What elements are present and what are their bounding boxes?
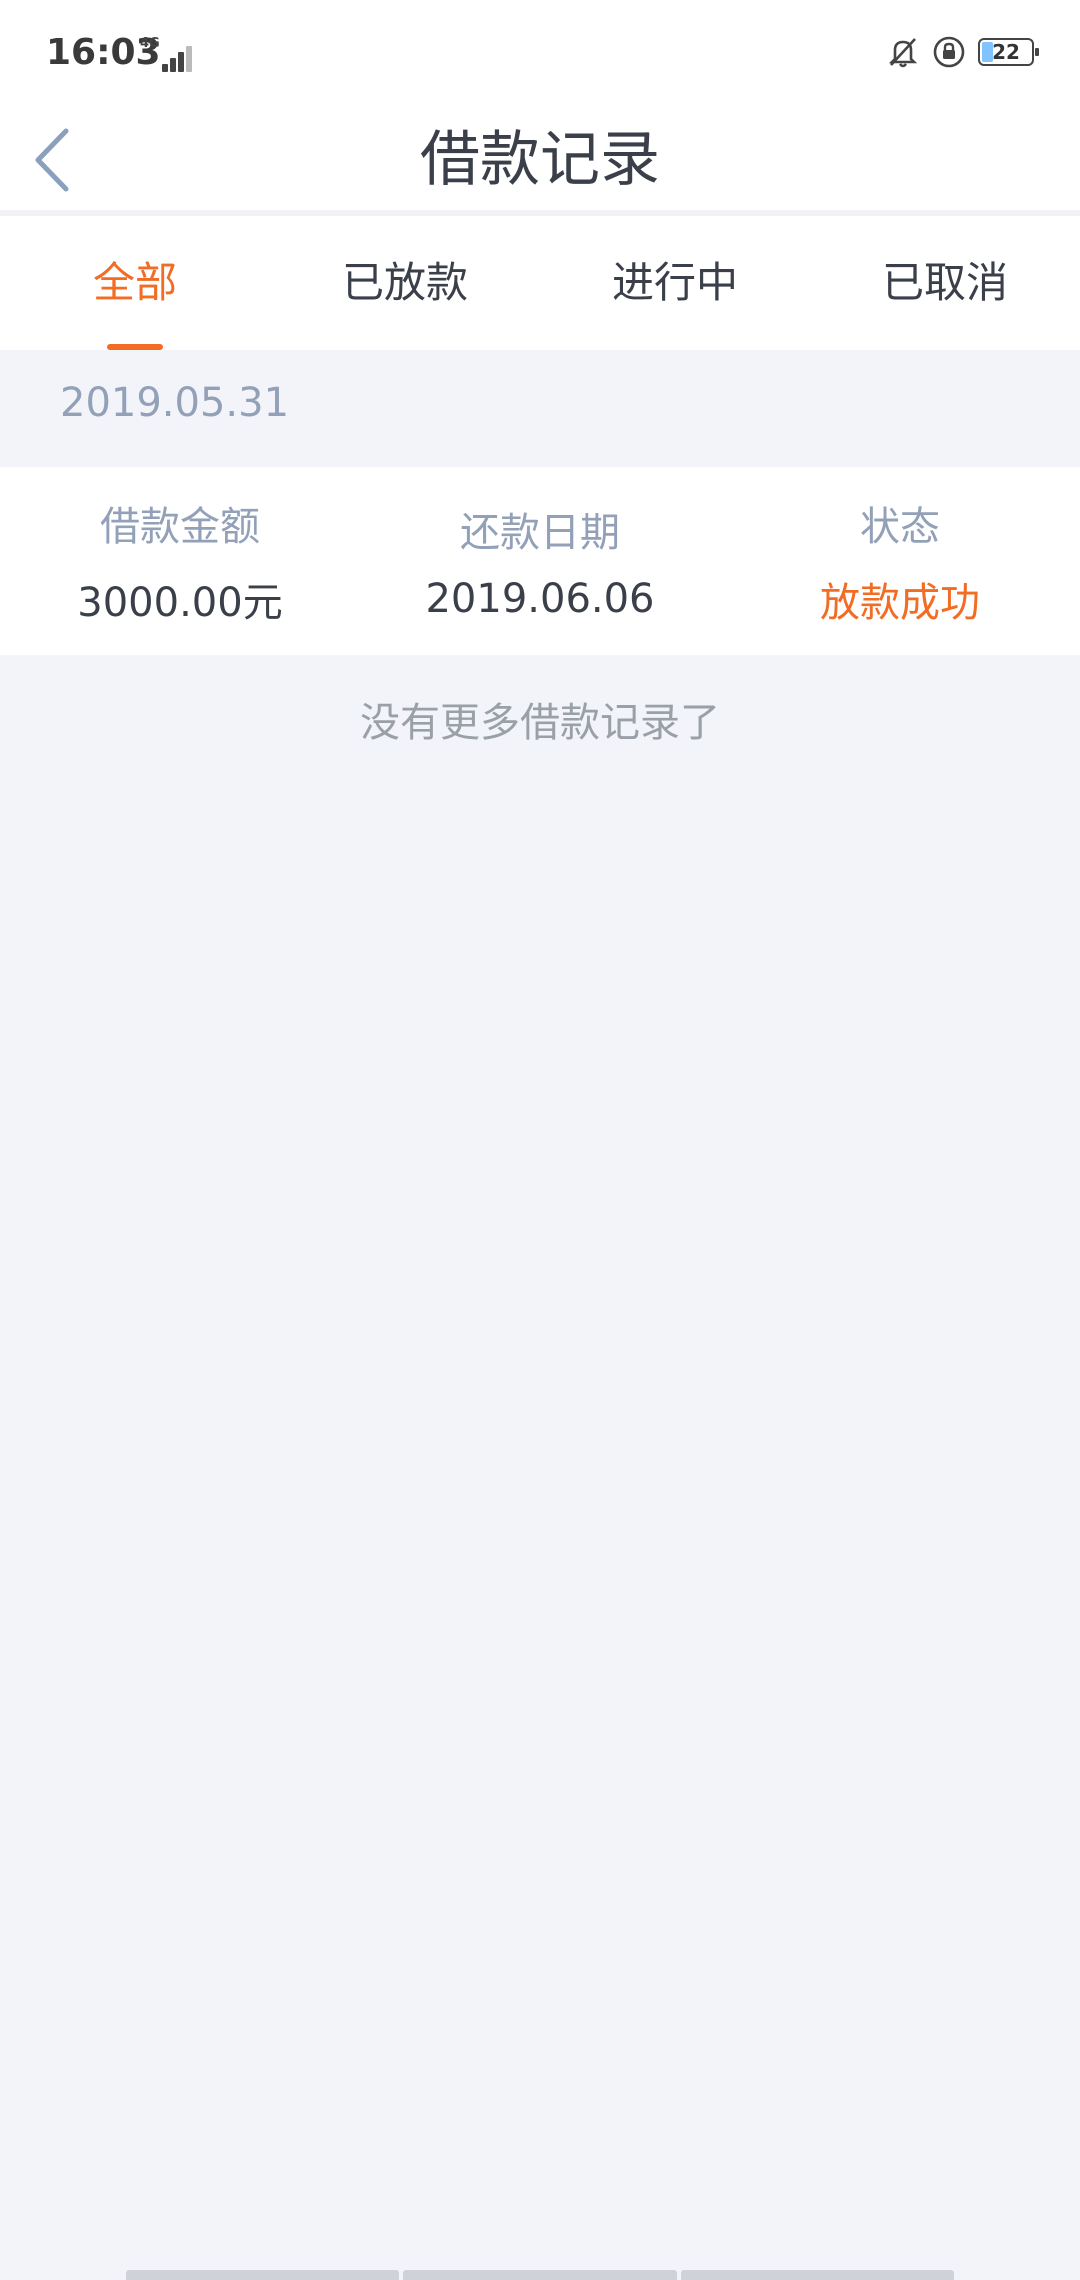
gesture-segment bbox=[680, 2270, 954, 2280]
page-title: 借款记录 bbox=[420, 125, 660, 195]
tab-all[interactable]: 全部 bbox=[0, 216, 270, 350]
record-card[interactable]: 借款金额 3000.00元 还款日期 2019.06.06 状态 放款成功 bbox=[0, 467, 1080, 655]
filter-tabs: 全部 已放款 进行中 已取消 bbox=[0, 216, 1080, 350]
loan-amount-column: 借款金额 3000.00元 bbox=[0, 467, 360, 655]
tab-cancelled-label: 已取消 bbox=[881, 258, 1008, 307]
status-column: 状态 放款成功 bbox=[720, 467, 1080, 655]
rotation-lock-icon bbox=[933, 36, 965, 68]
network-type-label: 4G bbox=[140, 36, 160, 51]
repayment-date-label: 还款日期 bbox=[460, 510, 620, 556]
battery-level: 22 bbox=[992, 40, 1020, 64]
signal-icon: 4G bbox=[140, 36, 200, 72]
record-date-header: 2019.05.31 bbox=[60, 380, 290, 426]
status-badge: 放款成功 bbox=[820, 580, 980, 626]
no-more-records-text: 没有更多借款记录了 bbox=[360, 700, 720, 746]
repayment-date-column: 还款日期 2019.06.06 bbox=[360, 467, 720, 655]
tab-active-indicator bbox=[107, 344, 163, 350]
battery-icon: 22 bbox=[978, 38, 1039, 66]
tab-disbursed-label: 已放款 bbox=[341, 258, 468, 307]
status-label: 状态 bbox=[860, 504, 940, 550]
tab-cancelled[interactable]: 已取消 bbox=[810, 216, 1080, 350]
tab-disbursed[interactable]: 已放款 bbox=[270, 216, 540, 350]
tab-in-progress-label: 进行中 bbox=[611, 258, 738, 307]
tab-all-label: 全部 bbox=[92, 258, 177, 307]
gesture-segment bbox=[126, 2270, 400, 2280]
loan-amount-label: 借款金额 bbox=[100, 504, 260, 550]
status-icons: 22 bbox=[886, 32, 1039, 72]
tab-in-progress[interactable]: 进行中 bbox=[540, 216, 810, 350]
gesture-segment bbox=[403, 2270, 677, 2280]
gesture-bar[interactable] bbox=[126, 2270, 954, 2280]
loan-amount-value: 3000.00元 bbox=[77, 580, 283, 626]
repayment-date-value: 2019.06.06 bbox=[425, 576, 655, 622]
bell-off-icon bbox=[888, 38, 918, 68]
nav-bar: 借款记录 bbox=[0, 110, 1080, 210]
status-bar: 16:03 4G 22 bbox=[0, 0, 1080, 110]
